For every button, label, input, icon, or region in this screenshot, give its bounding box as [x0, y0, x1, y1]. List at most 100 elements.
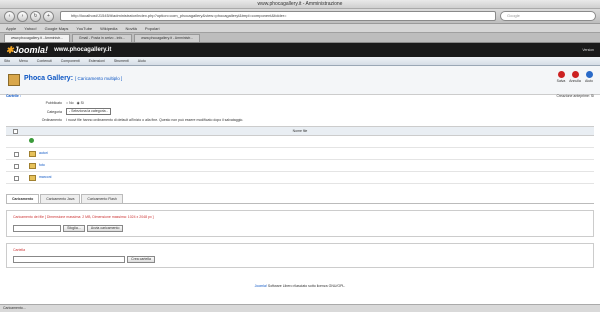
upload-legend: Caricamento dei file [ Dimensione massim…: [13, 215, 154, 219]
browser-tabs: www.phocagallery.it - Amministr... Gmail…: [0, 33, 600, 43]
folder-icon: [29, 175, 36, 181]
row-checkbox[interactable]: [14, 176, 19, 181]
folder-name[interactable]: marconi: [39, 175, 51, 179]
folder-icon: [29, 151, 36, 157]
joomla-header: ✱Joomla! www.phocagallery.it Version: [0, 43, 600, 57]
breadcrumb: Cartelle :: [6, 94, 21, 98]
search-field[interactable]: Google: [500, 11, 596, 21]
category-row: Categoria - Seleziona la categoria -: [6, 108, 594, 115]
list-item: [6, 136, 594, 148]
published-no[interactable]: ○ No: [66, 101, 74, 105]
thumbnail-info: Creazione anteprime: Si: [556, 94, 594, 98]
ordering-row: Ordinamento I nuovi file hanno ordinamen…: [6, 118, 594, 122]
joomla-link[interactable]: Joomla!: [255, 284, 267, 288]
folder-fieldset: Cartella Crea cartella: [6, 243, 594, 268]
back-button[interactable]: ‹: [4, 10, 15, 22]
browser-tab[interactable]: www.phocagallery.it - Amministr...: [134, 34, 201, 42]
admin-menu: Sito Menu Contenuti Componenti Estension…: [0, 57, 600, 66]
site-name: www.phocagallery.it: [54, 47, 112, 53]
start-upload-button[interactable]: Avvia caricamento: [86, 225, 124, 232]
bookmark-item[interactable]: Apple: [6, 26, 16, 31]
save-button[interactable]: Salva: [554, 71, 568, 83]
menu-item[interactable]: Strumenti: [114, 59, 129, 63]
footer: Joomla! Software Libero rilasciato sotto…: [0, 284, 600, 288]
bookmark-item[interactable]: Novità: [125, 26, 136, 31]
published-no-label: No: [69, 101, 74, 105]
save-icon: [557, 71, 565, 78]
list-item: marconi: [6, 172, 594, 184]
add-bookmark-button[interactable]: +: [43, 10, 54, 22]
toolbar-buttons: Salva Annulla Aiuto: [554, 71, 596, 83]
forward-button[interactable]: ›: [17, 10, 28, 22]
gallery-icon: [8, 74, 20, 86]
list-item: autori: [6, 148, 594, 160]
bookmarks-bar: Apple Yahoo! Google Maps YouTube Wikiped…: [0, 24, 600, 33]
menu-item[interactable]: Menu: [19, 59, 28, 63]
cancel-label: Annulla: [569, 79, 581, 83]
joomla-logo-text: Joomla!: [13, 44, 49, 55]
window-title: www.phocagallery.it - Amministrazione: [0, 0, 600, 9]
upload-fieldset: Caricamento dei file [ Dimensione massim…: [6, 210, 594, 237]
upload-tabs: Caricamento Caricamento Java Caricamento…: [6, 194, 594, 204]
help-button[interactable]: Aiuto: [582, 71, 596, 83]
folder-name-input[interactable]: [13, 256, 125, 263]
save-label: Salva: [556, 79, 566, 83]
page-title-text: Phoca Gallery:: [24, 75, 74, 82]
file-input[interactable]: [13, 225, 61, 232]
status-bar: Caricamento...: [0, 304, 600, 312]
tab-java-upload[interactable]: Caricamento Java: [40, 194, 81, 203]
cancel-icon: [571, 71, 579, 78]
cancel-button[interactable]: Annulla: [568, 71, 582, 83]
help-icon: [585, 71, 593, 78]
reload-button[interactable]: ↻: [30, 10, 41, 22]
published-label: Pubblicato: [45, 101, 62, 105]
bookmark-item[interactable]: Wikipedia: [100, 26, 117, 31]
tab-upload[interactable]: Caricamento: [6, 194, 40, 203]
folder-name[interactable]: foto: [39, 163, 45, 167]
tab-flash-upload[interactable]: Caricamento Flash: [81, 194, 123, 203]
browser-toolbar: ‹ › ↻ + http://localhost/J1545/it/admini…: [0, 9, 600, 24]
help-label: Aiuto: [585, 79, 593, 83]
folder-legend: Cartella: [13, 248, 26, 252]
address-bar[interactable]: http://localhost/J1545/it/administrator/…: [60, 11, 496, 21]
browser-tab[interactable]: Gmail - Posta in arrivo - info...: [71, 34, 133, 42]
browse-button[interactable]: Sfoglia...: [63, 225, 85, 232]
column-header-name: Nome file: [292, 129, 308, 133]
upload-controls: Sfoglia... Avvia caricamento: [13, 225, 587, 232]
ordering-text: I nuovi file hanno ordinamento di defaul…: [66, 118, 244, 122]
joomla-logo: ✱Joomla!: [6, 45, 48, 56]
published-row: Pubblicato ○ No ◉ Si: [6, 101, 594, 105]
row-checkbox[interactable]: [14, 152, 19, 157]
page-titlebar: Phoca Gallery: [ Caricamento multiplo ] …: [0, 66, 600, 95]
menu-item[interactable]: Contenuti: [37, 59, 52, 63]
page-subtitle: [ Caricamento multiplo ]: [74, 76, 123, 81]
category-select[interactable]: - Seleziona la categoria -: [66, 108, 111, 115]
browser-tab[interactable]: www.phocagallery.it - Amministr...: [4, 34, 70, 42]
category-label: Categoria: [46, 109, 62, 114]
published-yes-label: Si: [80, 101, 84, 105]
folder-controls: Crea cartella: [13, 256, 587, 263]
folder-up-icon[interactable]: [29, 138, 34, 143]
page-title: Phoca Gallery: [ Caricamento multiplo ]: [24, 75, 122, 82]
folder-name[interactable]: autori: [39, 151, 48, 155]
menu-item[interactable]: Sito: [4, 59, 10, 63]
folder-icon: [29, 163, 36, 169]
menu-item[interactable]: Estensioni: [89, 59, 105, 63]
main-content: Cartelle : Creazione anteprime: Si Pubbl…: [6, 94, 594, 268]
create-folder-button[interactable]: Crea cartella: [127, 256, 155, 263]
menu-item[interactable]: Componenti: [61, 59, 80, 63]
bookmark-item[interactable]: Popolari: [145, 26, 160, 31]
menu-item[interactable]: Aiuto: [138, 59, 146, 63]
footer-text: Software Libero rilasciato sotto licenza…: [267, 284, 346, 288]
bookmark-item[interactable]: Yahoo!: [24, 26, 36, 31]
version-label: Version: [582, 48, 594, 52]
list-header: Nome file: [6, 127, 594, 136]
file-list: Nome file autori foto marconi: [6, 126, 594, 184]
joomla-logo-mark: ✱: [6, 44, 14, 55]
bookmark-item[interactable]: YouTube: [76, 26, 92, 31]
published-yes[interactable]: ◉ Si: [77, 101, 84, 105]
bookmark-item[interactable]: Google Maps: [45, 26, 69, 31]
ordering-label: Ordinamento: [41, 118, 62, 122]
row-checkbox[interactable]: [14, 164, 19, 169]
list-item: foto: [6, 160, 594, 172]
